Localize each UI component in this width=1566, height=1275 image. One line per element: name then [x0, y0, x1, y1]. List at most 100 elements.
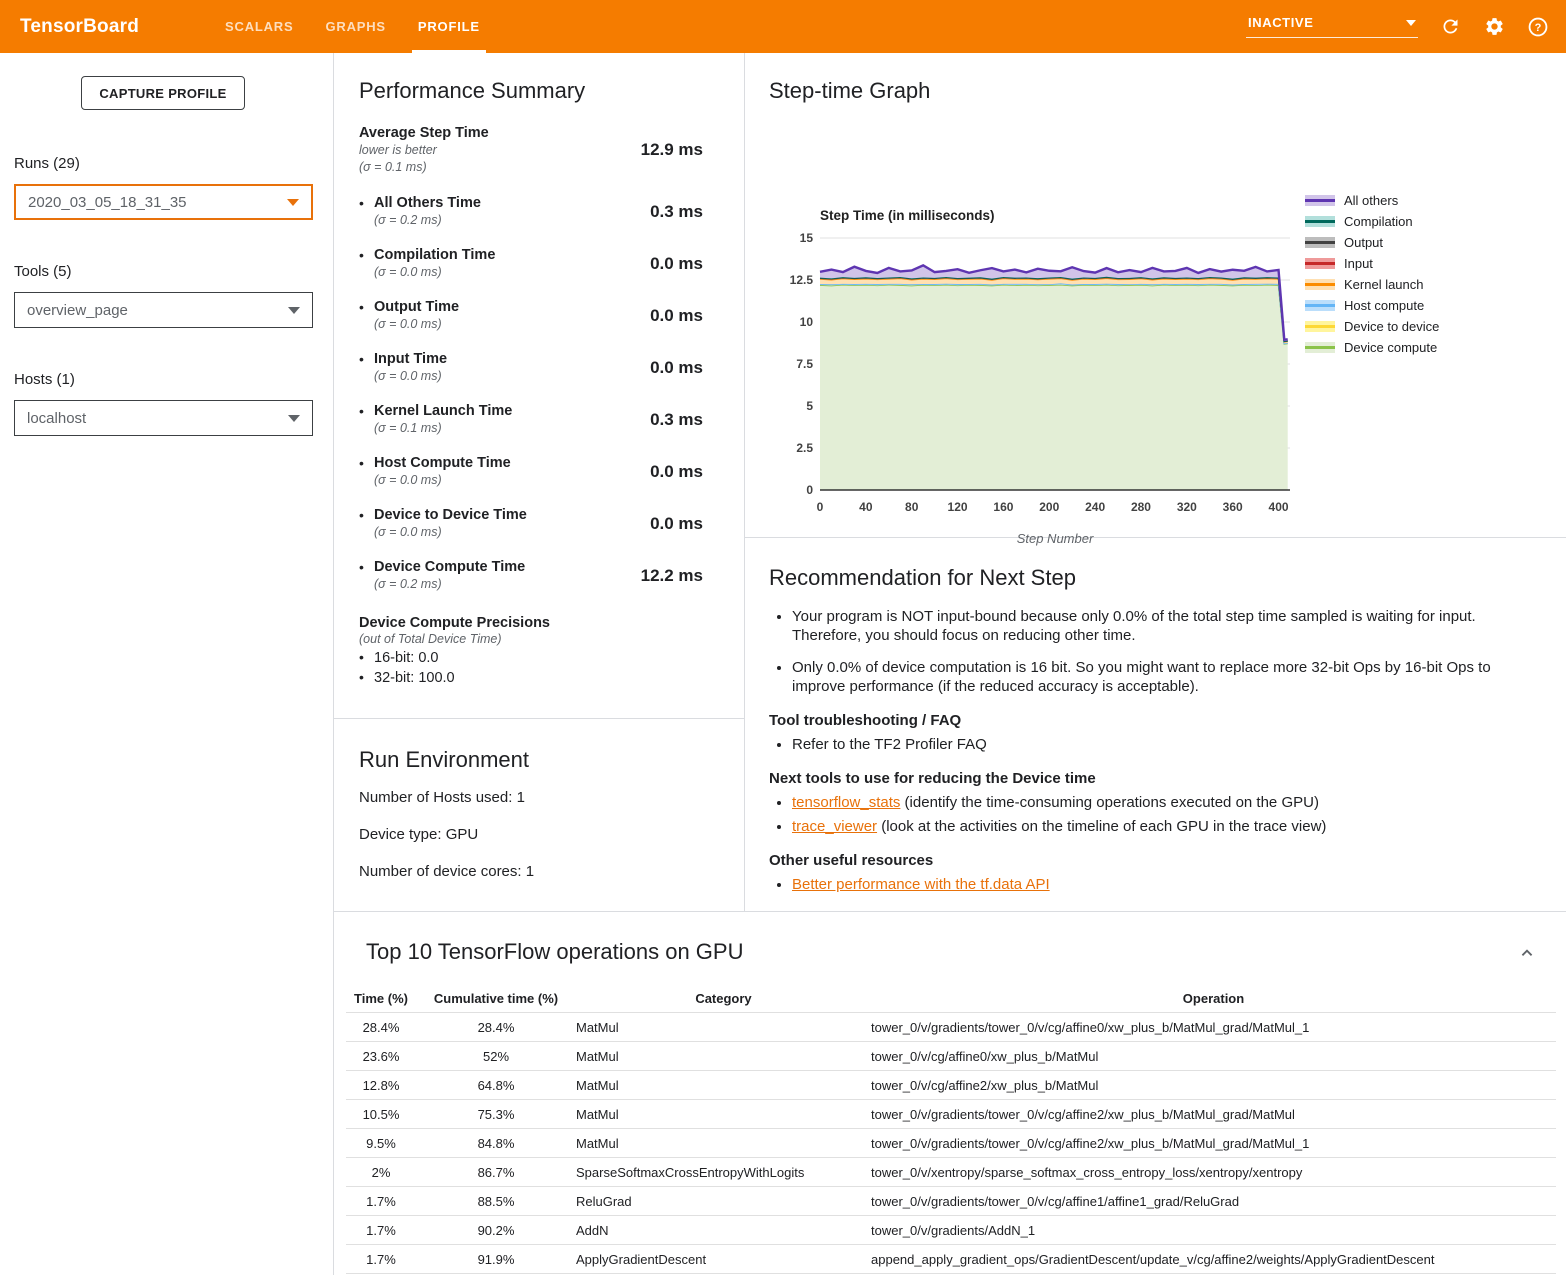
table-cell: 52% [416, 1049, 576, 1064]
legend-item[interactable]: Host compute [1305, 295, 1439, 316]
table-row[interactable]: 1.7%88.5%ReluGradtower_0/v/gradients/tow… [346, 1187, 1556, 1216]
metric-sigma: (σ = 0.2 ms) [374, 212, 481, 229]
legend-swatch [1305, 237, 1335, 248]
table-cell: tower_0/v/gradients/tower_0/v/cg/affine2… [871, 1136, 1556, 1151]
legend-swatch [1305, 300, 1335, 311]
status-dropdown[interactable]: INACTIVE [1246, 15, 1418, 38]
area-device-compute [820, 285, 1288, 490]
table-cell: append_apply_gradient_ops/GradientDescen… [871, 1252, 1556, 1267]
legend-item[interactable]: Device to device [1305, 316, 1439, 337]
table-row[interactable]: 12.8%64.8%MatMultower_0/v/cg/affine2/xw_… [346, 1071, 1556, 1100]
table-cell: MatMul [576, 1020, 871, 1035]
runs-dropdown[interactable]: 2020_03_05_18_31_35 [14, 184, 313, 220]
table-cell: 2% [346, 1165, 416, 1180]
y-tick-label: 12.5 [790, 273, 814, 287]
bullet: • [359, 298, 374, 333]
recommendation-section: Other useful resourcesBetter performance… [769, 852, 1526, 894]
bullet: • [359, 506, 374, 541]
item-text: (look at the activities on the timeline … [877, 818, 1326, 835]
y-tick-label: 0 [806, 483, 813, 497]
chart-title: Step Time (in milliseconds) [820, 208, 995, 223]
metric-row: •All Others Time(σ = 0.2 ms)0.3 ms [359, 194, 703, 229]
hosts-label: Hosts (1) [14, 371, 75, 388]
app-title: TensorBoard [20, 16, 139, 38]
collapse-chevron-up-icon[interactable] [1516, 942, 1538, 964]
metric-value: 12.2 ms [641, 566, 703, 586]
legend-label: Host compute [1344, 298, 1424, 313]
x-tick-label: 400 [1269, 500, 1289, 514]
table-cell: 1.7% [346, 1194, 416, 1209]
legend-item[interactable]: Input [1305, 253, 1439, 274]
table-row[interactable]: 23.6%52%MatMultower_0/v/cg/affine0/xw_pl… [346, 1042, 1556, 1071]
y-tick-label: 7.5 [796, 357, 813, 371]
table-cell: 28.4% [416, 1020, 576, 1035]
tools-dropdown[interactable]: overview_page [14, 292, 313, 328]
resource-link[interactable]: tensorflow_stats [792, 794, 900, 811]
table-cell: tower_0/v/cg/affine2/xw_plus_b/MatMul [871, 1078, 1556, 1093]
tab-scalars[interactable]: SCALARS [209, 0, 309, 53]
metric-note: lower is better [359, 142, 489, 159]
refresh-icon[interactable] [1438, 15, 1462, 39]
legend-item[interactable]: Device compute [1305, 337, 1439, 358]
legend-item[interactable]: Compilation [1305, 211, 1439, 232]
legend-line [1305, 220, 1335, 223]
legend-item[interactable]: Kernel launch [1305, 274, 1439, 295]
hosts-dropdown[interactable]: localhost [14, 400, 313, 436]
precisions-note: (out of Total Device Time) [359, 631, 703, 648]
section-heading: Tool troubleshooting / FAQ [769, 712, 1526, 729]
legend-item[interactable]: All others [1305, 190, 1439, 211]
table-row[interactable]: 1.7%91.9%ApplyGradientDescentappend_appl… [346, 1245, 1556, 1274]
table-cell: AddN [576, 1223, 871, 1238]
table-row[interactable]: 28.4%28.4%MatMultower_0/v/gradients/towe… [346, 1013, 1556, 1042]
table-cell: MatMul [576, 1049, 871, 1064]
tab-graphs[interactable]: GRAPHS [309, 0, 401, 53]
legend-swatch [1305, 279, 1335, 290]
help-icon[interactable]: ? [1526, 15, 1550, 39]
env-line: Device type: GPU [359, 826, 720, 843]
table-row[interactable]: 2%86.7%SparseSoftmaxCrossEntropyWithLogi… [346, 1158, 1556, 1187]
x-tick-label: 360 [1223, 500, 1243, 514]
metric-row: •Output Time(σ = 0.0 ms)0.0 ms [359, 298, 703, 333]
metric-label: Kernel Launch Time [374, 402, 512, 420]
settings-gear-icon[interactable] [1482, 15, 1506, 39]
item-text: Refer to the TF2 Profiler FAQ [792, 736, 987, 753]
runs-label: Runs (29) [14, 155, 80, 172]
table-row[interactable]: 10.5%75.3%MatMultower_0/v/gradients/towe… [346, 1100, 1556, 1129]
metric-value: 12.9 ms [641, 140, 703, 160]
top-ops-table: Time (%)Cumulative time (%)CategoryOpera… [346, 985, 1556, 1274]
table-cell: 84.8% [416, 1136, 576, 1151]
y-tick-label: 15 [800, 231, 814, 245]
section-items: tensorflow_stats (identify the time-cons… [769, 793, 1526, 836]
x-tick-label: 160 [993, 500, 1013, 514]
legend-item[interactable]: Output [1305, 232, 1439, 253]
legend-swatch [1305, 321, 1335, 332]
legend-label: Kernel launch [1344, 277, 1424, 292]
table-row[interactable]: 1.7%90.2%AddNtower_0/v/gradients/AddN_1 [346, 1216, 1556, 1245]
env-line: Number of device cores: 1 [359, 863, 720, 880]
metric-sigma: (σ = 0.1 ms) [359, 159, 489, 176]
step-time-chart[interactable]: 02.557.51012.515040801201602002402803203… [770, 198, 1300, 558]
capture-profile-button[interactable]: CAPTURE PROFILE [81, 76, 245, 110]
x-tick-label: 320 [1177, 500, 1197, 514]
metric-value: 0.0 ms [650, 254, 703, 274]
x-tick-label: 280 [1131, 500, 1151, 514]
table-cell: 1.7% [346, 1223, 416, 1238]
metric-list: •All Others Time(σ = 0.2 ms)0.3 ms•Compi… [359, 194, 703, 593]
metric-label: Output Time [374, 298, 459, 316]
metric-sigma: (σ = 0.0 ms) [374, 264, 495, 281]
resource-link[interactable]: Better performance with the tf.data API [792, 876, 1050, 893]
section-items: Refer to the TF2 Profiler FAQ [769, 735, 1526, 754]
table-header-row: Time (%)Cumulative time (%)CategoryOpera… [346, 985, 1556, 1013]
legend-label: Output [1344, 235, 1383, 250]
table-cell: tower_0/v/gradients/AddN_1 [871, 1223, 1556, 1238]
metric-sigma: (σ = 0.1 ms) [374, 420, 512, 437]
table-row[interactable]: 9.5%84.8%MatMultower_0/v/gradients/tower… [346, 1129, 1556, 1158]
table-cell: 10.5% [346, 1107, 416, 1122]
profile-page: TensorBoard SCALARS GRAPHS PROFILE INACT… [0, 0, 1566, 1275]
column-header: Cumulative time (%) [416, 991, 576, 1006]
table-cell: tower_0/v/gradients/tower_0/v/cg/affine2… [871, 1107, 1556, 1122]
y-tick-label: 2.5 [796, 441, 813, 455]
resource-link[interactable]: trace_viewer [792, 818, 877, 835]
legend-label: Device compute [1344, 340, 1437, 355]
tab-profile[interactable]: PROFILE [402, 0, 496, 53]
